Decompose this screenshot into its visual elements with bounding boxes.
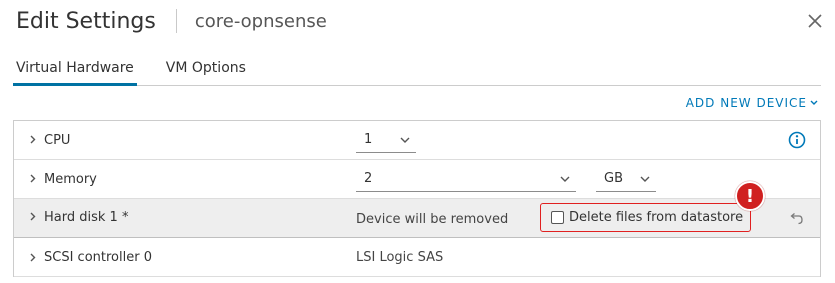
hardware-row-scsi-controller: SCSI controller 0 LSI Logic SAS: [14, 238, 820, 277]
tab-virtual-hardware[interactable]: Virtual Hardware: [13, 56, 137, 86]
scsi-controller-label: SCSI controller 0: [44, 250, 152, 265]
delete-files-label: Delete files from datastore: [569, 210, 744, 225]
memory-value: 2: [364, 171, 373, 186]
undo-icon[interactable]: [788, 211, 804, 227]
hardware-grid: CPU 1 Memory 2 GB Hard disk 1 * Device w…: [13, 120, 821, 277]
dialog-title: Edit Settings: [16, 8, 156, 34]
chevron-down-icon: [640, 176, 650, 182]
hard-disk-label: Hard disk 1 *: [44, 210, 129, 225]
hardware-row-cpu: CPU 1: [14, 121, 820, 160]
vm-name: core-opnsense: [194, 10, 327, 32]
dialog-header: Edit Settings core-opnsense: [16, 6, 327, 36]
chevron-down-icon: [810, 100, 818, 105]
title-divider: [175, 9, 177, 33]
alert-icon: !: [735, 181, 765, 211]
add-new-device-button[interactable]: ADD NEW DEVICE: [686, 96, 818, 110]
chevron-down-icon: [400, 137, 410, 143]
memory-unit: GB: [604, 171, 623, 186]
cpu-label: CPU: [44, 133, 71, 148]
cpu-select[interactable]: 1: [356, 129, 416, 153]
chevron-right-icon[interactable]: [28, 212, 37, 221]
cpu-value: 1: [364, 132, 373, 147]
info-icon[interactable]: [788, 131, 806, 149]
memory-unit-select[interactable]: GB: [596, 168, 656, 192]
chevron-right-icon[interactable]: [28, 253, 37, 262]
scsi-controller-type: LSI Logic SAS: [356, 250, 444, 265]
close-icon[interactable]: [806, 12, 824, 30]
memory-select[interactable]: 2: [356, 168, 576, 192]
removal-status: Device will be removed: [356, 212, 509, 227]
chevron-right-icon[interactable]: [28, 174, 37, 183]
delete-files-checkbox[interactable]: [551, 211, 564, 224]
add-new-device-label: ADD NEW DEVICE: [685, 96, 807, 110]
hardware-row-hard-disk: Hard disk 1 * Device will be removed Del…: [14, 181, 820, 238]
tab-vm-options[interactable]: VM Options: [163, 56, 249, 86]
chevron-right-icon[interactable]: [28, 135, 37, 144]
tab-bar: Virtual Hardware VM Options: [13, 56, 821, 86]
chevron-down-icon: [560, 176, 570, 182]
delete-files-option[interactable]: Delete files from datastore: [540, 203, 751, 232]
hardware-row-memory: Memory 2 GB: [14, 160, 820, 199]
memory-label: Memory: [44, 172, 97, 187]
